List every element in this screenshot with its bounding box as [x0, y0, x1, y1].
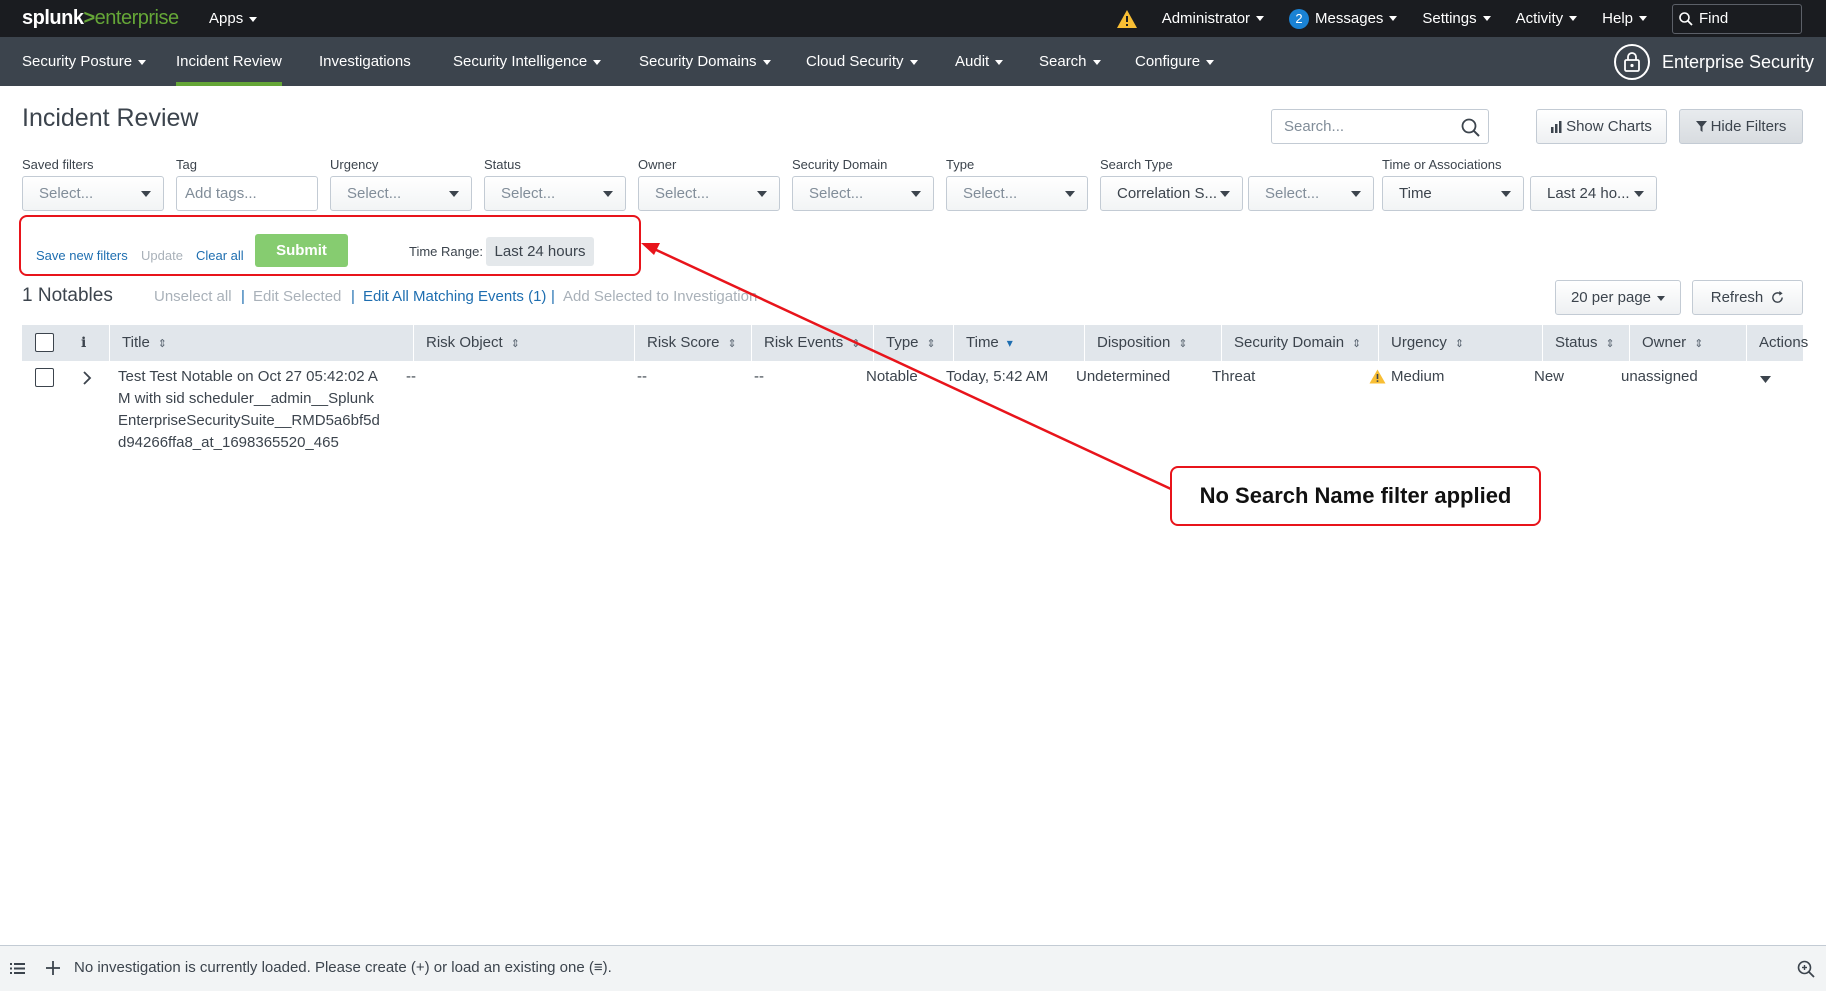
investigation-bar: No investigation is currently loaded. Pl… — [0, 945, 1826, 991]
annotation-arrow — [641, 243, 1172, 491]
investigation-status-text: No investigation is currently loaded. Pl… — [74, 959, 612, 976]
list-icon[interactable] — [10, 962, 25, 975]
annotation-callout: No Search Name filter applied — [1170, 466, 1541, 526]
zoom-icon[interactable] — [1797, 960, 1815, 978]
add-icon[interactable] — [45, 960, 61, 976]
